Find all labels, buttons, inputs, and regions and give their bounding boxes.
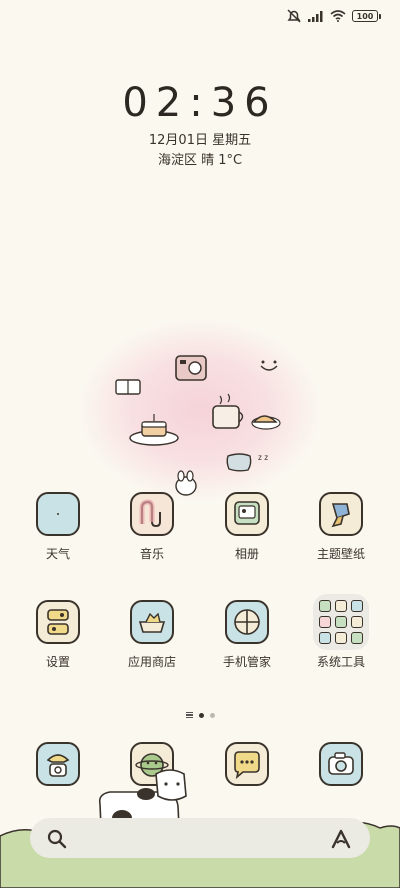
page-indicator[interactable] [0, 712, 400, 718]
app-label-gallery: 相册 [234, 547, 259, 561]
settings-icon[interactable] [36, 600, 80, 644]
app-gallery[interactable]: 相册 [207, 492, 287, 562]
search-bar[interactable] [30, 818, 370, 858]
music-icon[interactable] [130, 492, 174, 536]
wifi-icon [330, 10, 346, 22]
dock-messages[interactable] [207, 742, 287, 786]
status-icons: 100 [286, 9, 381, 23]
app-phone-manager[interactable]: 手机管家 [207, 600, 287, 670]
app-settings[interactable]: 设置 [18, 600, 98, 670]
app-label-phone-manager: 手机管家 [222, 655, 271, 669]
app-label-store: 应用商店 [127, 655, 176, 669]
radio-icon [175, 355, 207, 381]
cake-icon [129, 414, 179, 446]
dock-phone[interactable] [18, 742, 98, 786]
app-label-themes: 主题壁纸 [316, 547, 365, 561]
app-weather[interactable]: 天气 [18, 492, 98, 562]
signal-icon [308, 11, 323, 22]
status-bar: 100 [0, 0, 400, 36]
phone-manager-icon[interactable] [225, 600, 269, 644]
camera-icon[interactable] [319, 742, 363, 786]
app-store[interactable]: 应用商店 [112, 600, 192, 670]
wallpaper-illustration: z z [80, 320, 320, 500]
assistant-icon[interactable] [328, 826, 354, 852]
app-label-weather: 天气 [45, 547, 70, 561]
page-dot-1[interactable] [198, 712, 204, 718]
app-themes[interactable]: 主题壁纸 [301, 492, 381, 562]
pillow-icon: z z [226, 453, 268, 472]
app-label-music: 音乐 [139, 547, 164, 561]
clock-date: 12月01日 星期五 [148, 133, 252, 148]
app-folder-system-tools[interactable]: 系统工具 [301, 594, 381, 670]
bread-icon [251, 415, 281, 430]
theme-icon[interactable] [319, 492, 363, 536]
dock-camera[interactable] [301, 742, 381, 786]
clock-time[interactable]: 02:36 [0, 80, 400, 126]
search-icon[interactable] [44, 826, 70, 852]
page-list-icon[interactable] [185, 712, 193, 718]
app-music[interactable]: 音乐 [112, 492, 192, 562]
weather-icon[interactable] [36, 492, 80, 536]
messages-icon[interactable] [225, 742, 269, 786]
page-dot-2[interactable] [209, 712, 215, 718]
book-icon [115, 379, 141, 395]
phone-icon[interactable] [36, 742, 80, 786]
folder-icon[interactable] [313, 594, 369, 650]
smile-icon [260, 360, 278, 371]
app-label-system-tools: 系统工具 [316, 655, 365, 669]
weather-summary: 海淀区 晴 1°C [157, 153, 243, 168]
app-label-settings: 设置 [45, 655, 70, 669]
mug-icon [212, 393, 244, 429]
battery-indicator: 100 [352, 10, 381, 22]
do-not-disturb-icon [287, 9, 301, 23]
app-store-icon[interactable] [130, 600, 174, 644]
gallery-icon[interactable] [225, 492, 269, 536]
svg-text:z z: z z [258, 453, 268, 462]
